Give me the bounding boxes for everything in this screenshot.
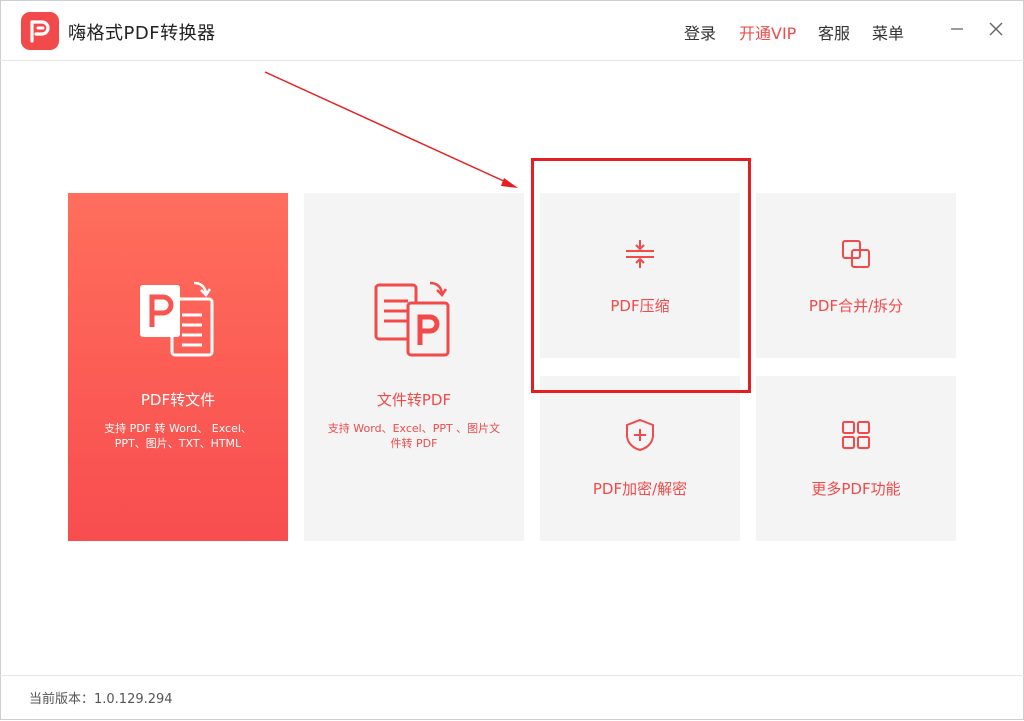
- pdf-to-file-title: PDF转文件: [140, 391, 216, 409]
- minimize-button[interactable]: [942, 14, 972, 44]
- close-icon: [989, 22, 1003, 36]
- pdf-to-file-tile[interactable]: PDF转文件 支持 PDF 转 Word、 Excel、 PPT、图片、TXT、…: [68, 193, 288, 541]
- pdf-merge-split-title: PDF合并/拆分: [808, 297, 904, 315]
- more-pdf-title: 更多PDF功能: [811, 480, 901, 498]
- compress-icon: [626, 240, 654, 268]
- file-to-pdf-icon: [374, 281, 450, 357]
- pdf-to-file-icon: [140, 281, 214, 357]
- more-pdf-tile[interactable]: 更多PDF功能: [756, 376, 956, 541]
- vip-link[interactable]: 开通VIP: [739, 20, 796, 44]
- login-link[interactable]: 登录: [684, 20, 716, 44]
- grid-icon: [842, 421, 870, 449]
- app-title: 嗨格式PDF转换器: [68, 23, 216, 44]
- shield-plus-icon: [626, 418, 654, 452]
- file-to-pdf-tile[interactable]: 文件转PDF 支持 Word、Excel、PPT 、图片文件转 PDF: [304, 193, 524, 541]
- file-to-pdf-title: 文件转PDF: [376, 391, 452, 409]
- version-label: 当前版本：1.0.129.294: [29, 692, 173, 707]
- pdf-compress-title: PDF压缩: [610, 297, 670, 315]
- pdf-to-file-desc: 支持 PDF 转 Word、 Excel、 PPT、图片、TXT、HTML: [104, 422, 252, 450]
- close-button[interactable]: [981, 14, 1011, 44]
- menu-link[interactable]: 菜单: [872, 20, 904, 44]
- merge-split-icon: [842, 240, 870, 268]
- pdf-encrypt-title: PDF加密/解密: [592, 480, 688, 498]
- pdf-encrypt-tile[interactable]: PDF加密/解密: [540, 376, 740, 541]
- title-bar: 嗨格式PDF转换器 登录 开通VIP 客服 菜单: [0, 0, 1024, 61]
- app-logo-icon: [21, 12, 59, 50]
- customer-service-link[interactable]: 客服: [818, 20, 850, 44]
- pdf-merge-split-tile[interactable]: PDF合并/拆分: [756, 193, 956, 358]
- pdf-compress-tile[interactable]: PDF压缩: [540, 193, 740, 358]
- file-to-pdf-desc: 支持 Word、Excel、PPT 、图片文件转 PDF: [327, 422, 501, 450]
- footer-bar: 当前版本：1.0.129.294: [0, 675, 1024, 721]
- minimize-icon: [951, 28, 963, 30]
